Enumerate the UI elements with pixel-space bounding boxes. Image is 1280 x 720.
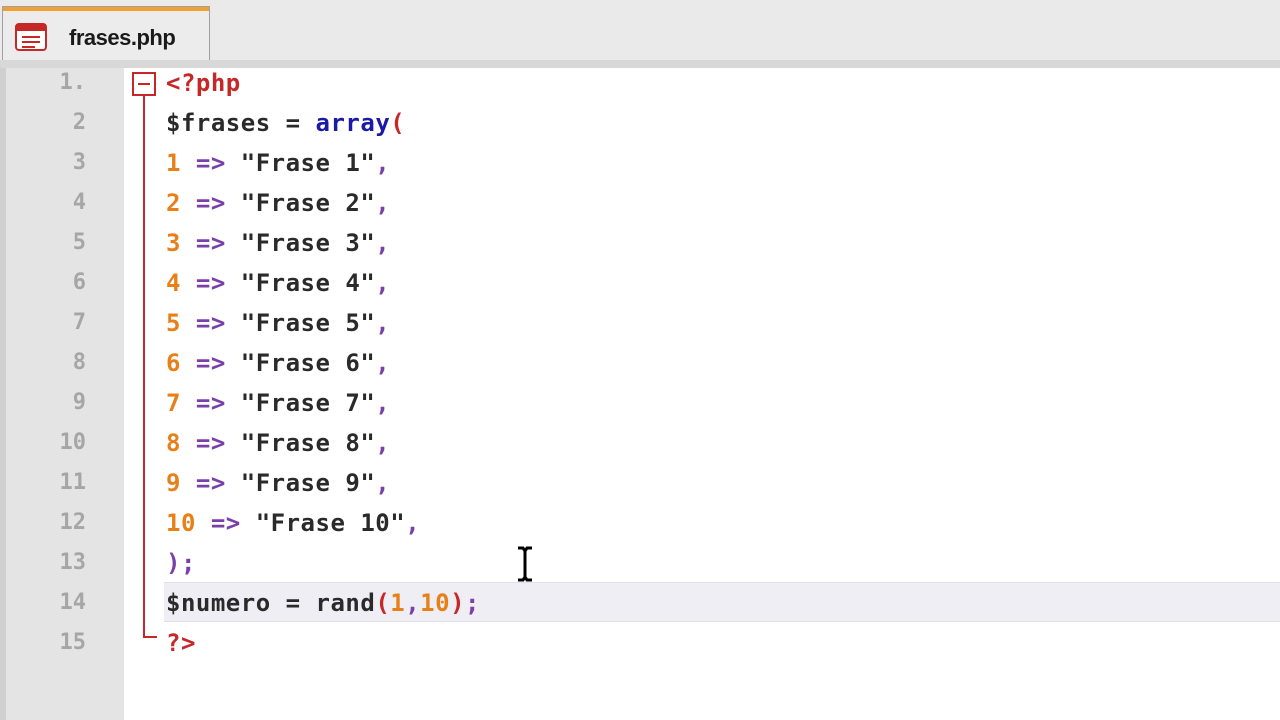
comma: , [405,509,421,537]
php-open-tag: <?php [166,69,241,97]
arrow-operator: => [180,389,241,417]
comma: , [375,469,391,497]
code-line-2: $frases = array( [166,103,405,143]
comma: , [375,309,391,337]
code-line-1: <?php [166,63,241,103]
comma: , [375,149,391,177]
paren: ( [390,109,406,137]
comma: , [375,389,391,417]
function-name: rand [315,589,376,617]
line-number: 2 [72,110,86,135]
arrow-operator: => [180,269,241,297]
line-number: 15 [59,630,87,655]
string-literal: "Frase 10" [255,509,406,537]
arrow-operator: => [180,189,241,217]
arrow-operator: => [180,429,241,457]
array-key: 7 [166,389,181,417]
code-line-11: 9 => "Frase 9", [166,463,390,503]
line-number: 7 [72,310,86,335]
line-number: 10 [59,430,87,455]
tab-frases-php[interactable]: frases.php [2,6,210,60]
code-line-3: 1 => "Frase 1", [166,143,390,183]
semicolon: ; [465,589,480,617]
code-line-8: 6 => "Frase 6", [166,343,390,383]
array-key: 5 [166,309,181,337]
string-literal: "Frase 3" [240,229,376,257]
comma: , [405,589,421,617]
paren: ( [375,589,391,617]
string-literal: "Frase 9" [240,469,376,497]
comma: , [375,349,391,377]
comma: , [375,429,391,457]
code-line-4: 2 => "Frase 2", [166,183,390,223]
fold-collapse-icon[interactable] [132,72,156,96]
line-number: 6 [72,270,86,295]
code-line-14: $numero = rand(1,10); [166,583,480,623]
arrow-operator: => [180,469,241,497]
paren: ) [450,589,466,617]
code-line-5: 3 => "Frase 3", [166,223,390,263]
arrow-operator: => [180,309,241,337]
line-number: 9 [72,390,86,415]
array-key: 2 [166,189,181,217]
function-name: array [315,109,391,137]
variable: $frases [166,109,271,137]
variable: $numero [166,589,271,617]
code-line-10: 8 => "Frase 8", [166,423,390,463]
operator: = [270,589,316,617]
array-key: 9 [166,469,181,497]
line-number: 5 [72,230,86,255]
closing-paren: ); [166,549,196,577]
array-key: 8 [166,429,181,457]
php-file-icon [15,23,47,51]
string-literal: "Frase 8" [240,429,376,457]
tab-bar: frases.php [0,0,1280,61]
text-cursor-icon [518,546,532,582]
arrow-operator: => [180,229,241,257]
code-line-6: 4 => "Frase 4", [166,263,390,303]
line-number: 11 [59,470,87,495]
line-number: 12 [59,510,87,535]
operator: = [270,109,316,137]
string-literal: "Frase 1" [240,149,376,177]
string-literal: "Frase 7" [240,389,376,417]
code-line-13: ); [166,543,196,583]
code-line-15: ?> [166,623,196,663]
line-number: 4 [72,190,86,215]
comma: , [375,189,391,217]
arrow-operator: => [195,509,256,537]
string-literal: "Frase 5" [240,309,376,337]
string-literal: "Frase 6" [240,349,376,377]
arrow-operator: => [180,149,241,177]
line-number: 8 [72,350,86,375]
argument: 1 [390,589,406,617]
array-key: 1 [166,149,181,177]
code-line-7: 5 => "Frase 5", [166,303,390,343]
array-key: 4 [166,269,181,297]
fold-end-marker [143,636,157,638]
array-key: 3 [166,229,181,257]
line-number: 3 [72,150,86,175]
comma: , [375,229,391,257]
fold-guide-line [143,96,145,636]
string-literal: "Frase 4" [240,269,376,297]
code-line-12: 10 => "Frase 10", [166,503,420,543]
tab-active-indicator [3,7,209,11]
line-number: 13 [59,550,87,575]
php-close-tag: ?> [166,629,196,657]
line-number: 14 [59,590,87,615]
arrow-operator: => [180,349,241,377]
line-number: 1. [59,70,87,95]
string-literal: "Frase 2" [240,189,376,217]
array-key: 6 [166,349,181,377]
argument: 10 [420,589,451,617]
code-line-9: 7 => "Frase 7", [166,383,390,423]
tab-label: frases.php [69,25,176,50]
array-key: 10 [166,509,196,537]
comma: , [375,269,391,297]
